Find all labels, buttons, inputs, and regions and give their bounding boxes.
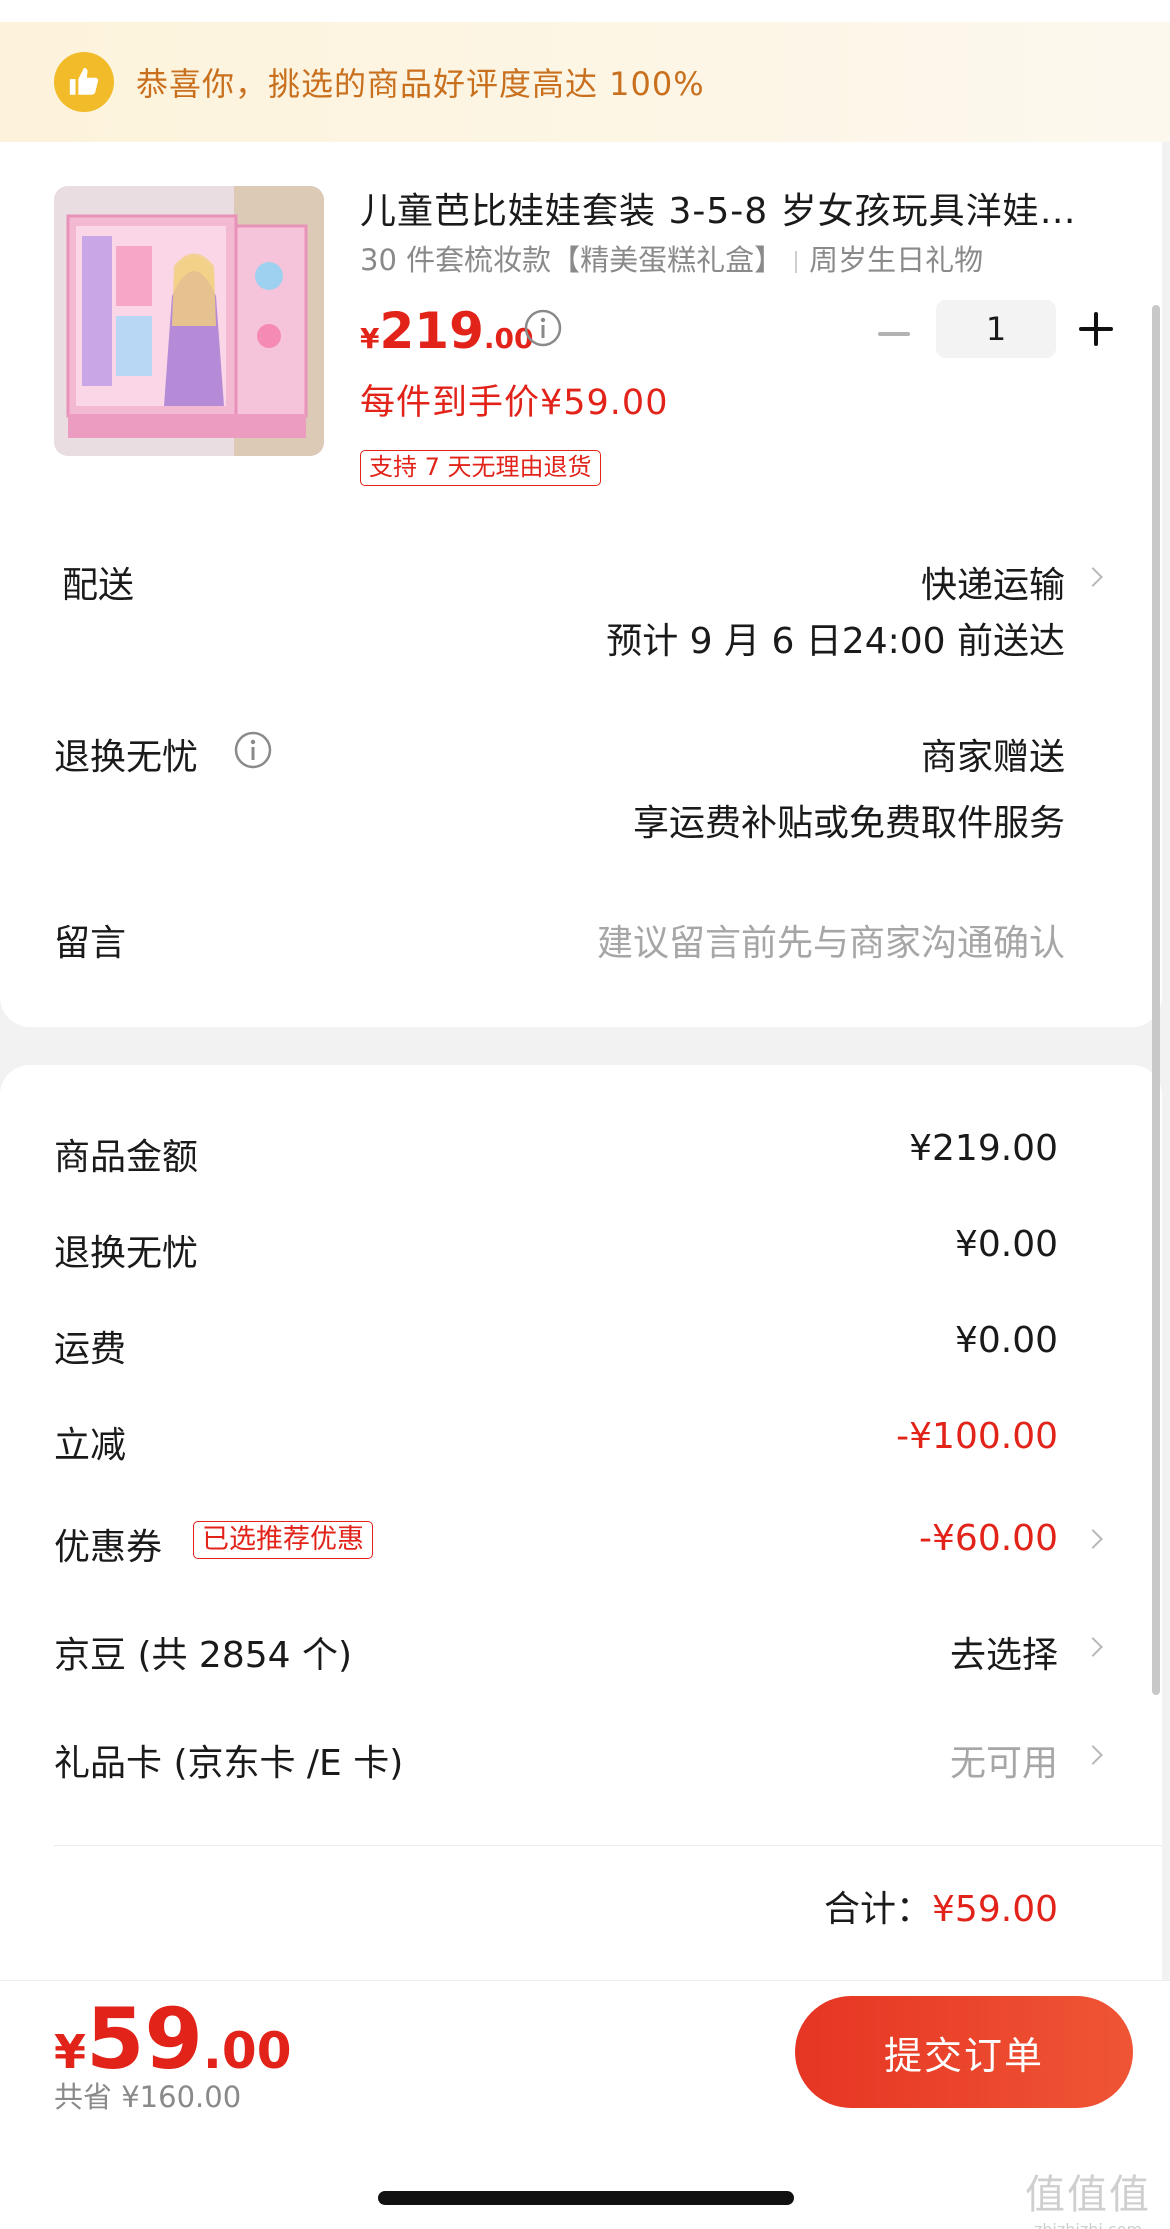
discount-value: -¥100.00 bbox=[896, 1416, 1058, 1457]
delivery-label: 配送 bbox=[62, 565, 135, 606]
product-image[interactable] bbox=[54, 186, 324, 456]
message-label: 留言 bbox=[54, 923, 127, 964]
gift-card-label[interactable]: 礼品卡 (京东卡 /E 卡) bbox=[54, 1734, 403, 1786]
total-saved: 共省 ¥160.00 bbox=[54, 2080, 242, 2114]
jingdou-value[interactable]: 去选择 bbox=[950, 1626, 1058, 1678]
product-spec[interactable]: 30 件套梳妆款【精美蛋糕礼盒】 周岁生日礼物 bbox=[360, 237, 983, 279]
price-info-icon[interactable] bbox=[523, 308, 563, 352]
product-title[interactable]: 儿童芭比娃娃套装 3-5-8 岁女孩玩具洋娃… bbox=[360, 182, 1120, 234]
top-strip bbox=[0, 0, 1170, 22]
product-spec-1: 30 件套梳妆款【精美蛋糕礼盒】 bbox=[360, 243, 784, 277]
coupon-label[interactable]: 优惠券 bbox=[54, 1518, 162, 1570]
price-int: 219 bbox=[379, 302, 484, 360]
spec-separator bbox=[795, 251, 798, 273]
watermark: 值值值 zhizhizhi.com bbox=[1018, 2162, 1158, 2229]
gift-card-value[interactable]: 无可用 bbox=[950, 1734, 1058, 1786]
watermark-logo: 值值值 bbox=[1025, 2172, 1151, 2218]
discount-label: 立减 bbox=[54, 1425, 127, 1466]
scrollbar[interactable] bbox=[1152, 305, 1160, 1695]
coupon-value[interactable]: -¥60.00 bbox=[919, 1518, 1058, 1559]
delivery-method[interactable]: 快递运输 bbox=[921, 556, 1065, 608]
goods-amount-value: ¥219.00 bbox=[909, 1128, 1058, 1169]
summary-divider bbox=[54, 1845, 1162, 1846]
subtotal-value: ¥59.00 bbox=[932, 1889, 1058, 1930]
quantity-increase-button[interactable] bbox=[1079, 312, 1113, 346]
watermark-url: zhizhizhi.com bbox=[1018, 2220, 1158, 2229]
subtotal: 合计：¥59.00 bbox=[824, 1880, 1058, 1932]
product-price: ¥219.00 bbox=[360, 302, 533, 360]
total-dec: .00 bbox=[202, 2022, 292, 2080]
shipping-fee-value: ¥0.00 bbox=[954, 1320, 1058, 1361]
return-service-value: 商家赠送 bbox=[920, 737, 1065, 778]
jingdou-label[interactable]: 京豆 (共 2854 个) bbox=[54, 1626, 352, 1678]
return-service-desc: 享运费补贴或免费取件服务 bbox=[632, 803, 1065, 844]
return-service-label: 退换无忧 bbox=[54, 737, 199, 778]
return-fee-value: ¥0.00 bbox=[954, 1224, 1058, 1265]
subtotal-label: 合计： bbox=[824, 1889, 933, 1930]
praise-banner: 恭喜你，挑选的商品好评度高达 100% bbox=[0, 22, 1170, 142]
shipping-fee-label: 运费 bbox=[54, 1329, 127, 1370]
quantity-value[interactable]: 1 bbox=[936, 300, 1056, 358]
banner-text: 恭喜你，挑选的商品好评度高达 100% bbox=[136, 65, 705, 103]
message-input[interactable]: 建议留言前先与商家沟通确认 bbox=[597, 914, 1065, 966]
return-policy-tag: 支持 7 天无理由退货 bbox=[360, 450, 601, 486]
return-service-info-icon[interactable] bbox=[233, 730, 273, 774]
goods-amount-label: 商品金额 bbox=[54, 1137, 199, 1178]
delivery-eta: 预计 9 月 6 日24:00 前送达 bbox=[606, 621, 1065, 662]
per-item-price: 每件到手价¥59.00 bbox=[360, 383, 669, 423]
thumbs-up-icon bbox=[54, 52, 114, 112]
quantity-decrease-button[interactable] bbox=[878, 332, 910, 336]
home-indicator[interactable] bbox=[378, 2191, 794, 2205]
return-fee-label: 退换无忧 bbox=[54, 1233, 199, 1274]
total-symbol: ¥ bbox=[54, 2025, 87, 2079]
submit-order-button[interactable]: 提交订单 bbox=[795, 1996, 1133, 2108]
product-spec-2: 周岁生日礼物 bbox=[809, 243, 984, 277]
coupon-selected-tag: 已选推荐优惠 bbox=[193, 1521, 373, 1559]
price-symbol: ¥ bbox=[360, 322, 380, 355]
